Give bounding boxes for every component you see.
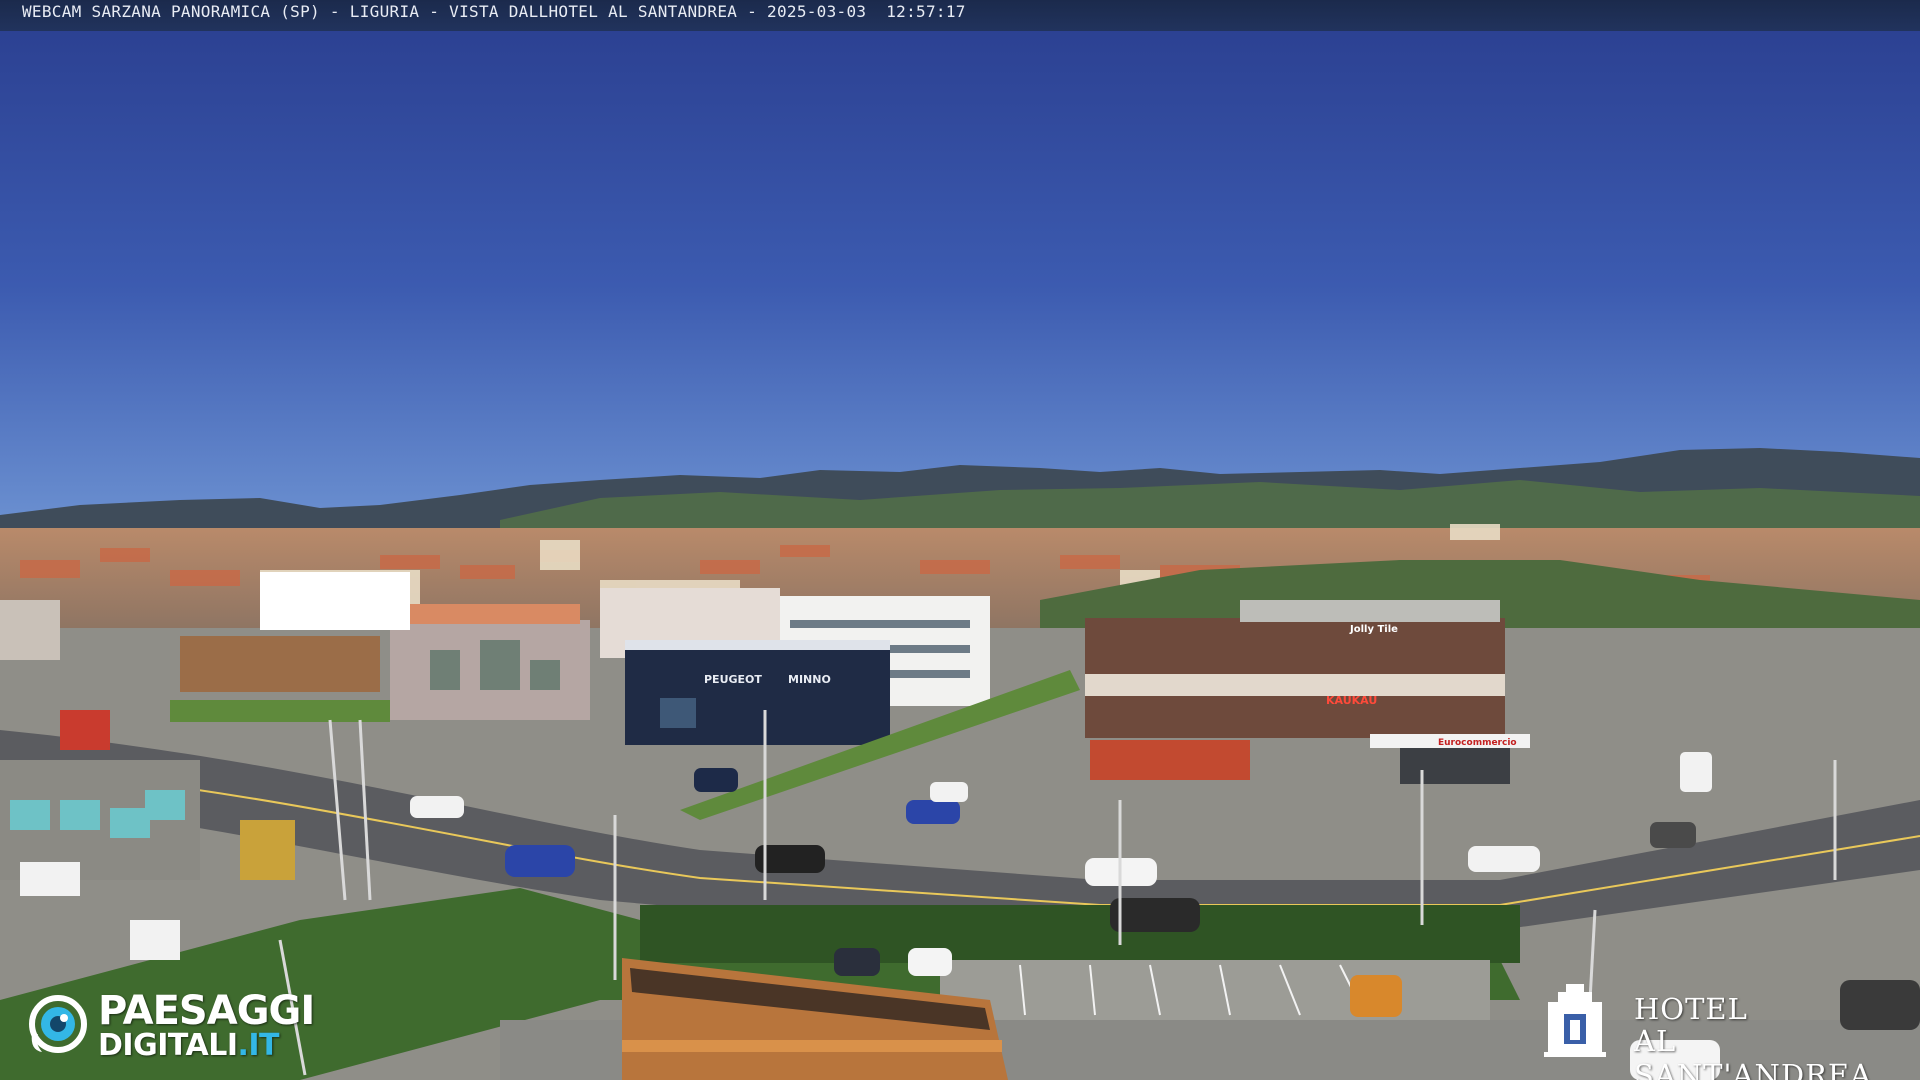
webcam-image: PEUGEOT MINNO KAUKAU Jolly Tile Eurocomm… <box>0 0 1920 1080</box>
hedge <box>640 905 1520 963</box>
title-bar-row: WEBCAM SARZANA PANORAMICA (SP) - LIGURIA… <box>22 0 966 24</box>
hotel-crest-icon <box>1544 984 1606 1057</box>
paesaggi-digitali-logo: PAESAGGI DIGITALI.IT <box>28 988 348 1063</box>
webcam-name: WEBCAM SARZANA PANORAMICA (SP) <box>22 2 320 21</box>
capture-date: 2025-03-03 <box>767 2 867 21</box>
title-separator: - <box>737 2 768 21</box>
dealer-sign: PEUGEOT <box>704 673 762 686</box>
domain-suffix: .IT <box>237 1028 280 1063</box>
sky <box>0 0 1920 520</box>
digitali-text: DIGITALI <box>98 1028 238 1063</box>
shop-sign: Jolly Tile <box>1349 624 1398 635</box>
webcam-title-bar: WEBCAM SARZANA PANORAMICA (SP) - LIGURIA… <box>0 0 1920 31</box>
restaurant-sign: KAUKAU <box>1326 694 1377 707</box>
dealership <box>625 640 890 745</box>
region-name: LIGURIA <box>349 2 420 21</box>
dealer-name: MINNO <box>788 673 831 686</box>
webcam-frame: PEUGEOT MINNO KAUKAU Jolly Tile Eurocomm… <box>0 0 1920 1080</box>
digitali-wordmark: DIGITALI.IT <box>98 1028 280 1063</box>
hotel-name-line1: HOTEL <box>1634 992 1748 1026</box>
title-separator: - <box>419 2 450 21</box>
view-name: VISTA DALLHOTEL AL SANTANDREA <box>449 2 738 21</box>
eye-logo-icon <box>29 995 87 1053</box>
time-gap <box>866 2 886 21</box>
title-separator: - <box>319 2 350 21</box>
hotel-name-line2: AL SANT'ANDREA <box>1634 1024 1873 1080</box>
hotel-logo: HOTEL AL SANT'ANDREA <box>1540 978 1910 1080</box>
capture-time: 12:57:17 <box>886 2 966 21</box>
honda-sign: Eurocommercio <box>1438 738 1517 748</box>
